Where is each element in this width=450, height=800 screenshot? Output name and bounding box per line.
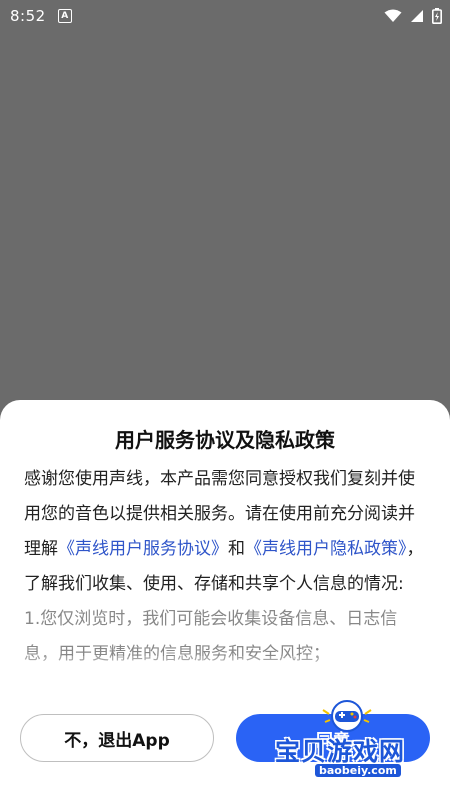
exit-app-button[interactable]: 不，退出App <box>20 714 214 762</box>
watermark-logo: 宝贝游戏网 baobeiy.com <box>275 698 445 788</box>
privacy-policy-link[interactable]: 《声线用户隐私政策》 <box>245 539 407 559</box>
gamepad-icon <box>322 700 372 732</box>
service-agreement-link[interactable]: 《声线用户服务协议》 <box>58 539 228 559</box>
status-time: 8:52 <box>10 7 46 25</box>
wifi-icon <box>384 9 402 22</box>
notification-a-icon: A <box>57 9 72 23</box>
signal-icon <box>411 10 423 22</box>
watermark-text: 宝贝游戏网 <box>275 737 406 766</box>
dialog-body[interactable]: 感谢您使用声线，本产品需您同意授权我们复刻并使用您的音色以提供相关服务。请在使用… <box>24 462 428 698</box>
battery-icon <box>432 8 442 24</box>
status-bar: 8:52 A <box>0 0 450 32</box>
list-item: 1.您仅浏览时，我们可能会收集设备信息、日志信息，用于更精准的信息服务和安全风控… <box>24 609 398 664</box>
dialog-title: 用户服务协议及隐私政策 <box>115 428 335 452</box>
status-icons <box>384 8 442 24</box>
screen: 8:52 A 用户服务协议及隐私政策 感谢您使用声线，本产品需您同意授权我们复刻… <box>0 0 450 800</box>
body-conjunction: 和 <box>228 539 245 559</box>
watermark-url: baobeiy.com <box>315 764 401 777</box>
